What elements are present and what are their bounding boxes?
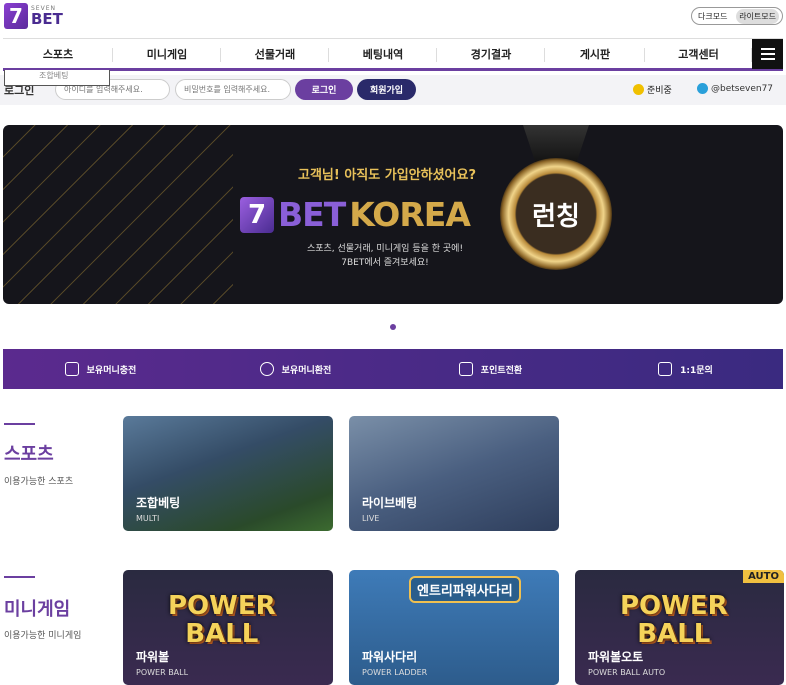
login-bar: 로그인 로그인 회원가입 준비중 @betseven77: [0, 75, 786, 105]
menu-icon[interactable]: [752, 39, 783, 69]
minigame-title: 미니게임: [4, 599, 71, 620]
logo-line2: BALL: [637, 619, 711, 649]
logo-line1: POWER: [620, 591, 728, 621]
sports-dropdown-item[interactable]: 조합베팅: [4, 70, 110, 86]
live-bet-card[interactable]: 라이브베팅 LIVE: [349, 416, 559, 531]
card-title: 라이브베팅: [362, 496, 418, 510]
login-button[interactable]: 로그인: [295, 79, 353, 100]
minigame-subtitle: 이용가능한 미니게임: [4, 631, 82, 641]
powerball-auto-logo: POWER BALL: [620, 592, 728, 648]
banner-desc-line1: 스포츠, 선물거래, 미니게임 등을 한 곳에!: [306, 244, 464, 254]
logo-big-text: BET: [31, 9, 63, 28]
nav-item-support[interactable]: 고객센터: [645, 39, 752, 68]
card-subtitle: MULTI: [136, 514, 160, 523]
minigame-divider: [4, 576, 35, 578]
card-title: 파워볼: [136, 650, 170, 664]
quick-actions: 보유머니충전 보유머니환전 포인트전환 1:1문의: [3, 349, 783, 389]
card-subtitle: POWER BALL AUTO: [588, 668, 666, 677]
deposit-button[interactable]: 보유머니충전: [3, 349, 198, 389]
theme-toggle[interactable]: 다크모드 라이트모드: [691, 7, 783, 25]
dark-mode-option[interactable]: 다크모드: [695, 9, 730, 24]
powerball-logo: POWER BALL: [168, 592, 276, 648]
banner-brand-bet: BET: [278, 195, 346, 234]
support-icon: [658, 362, 673, 376]
kakao-icon: [633, 84, 644, 95]
banner-brand-mark: 7: [240, 196, 274, 233]
top-bar: 7 SEVEN BET 다크모드 라이트모드: [0, 0, 786, 38]
nav-item-minigame[interactable]: 미니게임: [113, 39, 221, 68]
banner-question: 고객님! 아직도 가입안하셨어요?: [298, 168, 477, 183]
withdraw-button[interactable]: 보유머니환전: [198, 349, 393, 389]
nav-item-results[interactable]: 경기결과: [437, 39, 545, 68]
telegram-handle: @betseven77: [711, 83, 774, 94]
join-button[interactable]: 회원가입: [357, 79, 416, 100]
auto-badge: AUTO: [743, 570, 784, 583]
main-nav: 스포츠 미니게임 선물거래 베팅내역 경기결과 게시판 고객센터: [3, 38, 783, 71]
nav-item-board[interactable]: 게시판: [545, 39, 645, 68]
inquiry-button[interactable]: 1:1문의: [588, 349, 783, 389]
banner-brand-korea: KOREA: [349, 195, 471, 234]
banner-description: 스포츠, 선물거래, 미니게임 등을 한 곳에! 7BET에서 즐겨보세요!: [295, 242, 475, 270]
wallet-icon: [64, 362, 79, 376]
card-title: 파워사다리: [362, 650, 418, 664]
coins-icon: [458, 362, 473, 376]
carousel-dot[interactable]: [390, 324, 396, 330]
sports-divider: [4, 423, 35, 425]
site-logo[interactable]: 7 SEVEN BET: [4, 3, 63, 29]
telegram-icon: [697, 83, 708, 94]
nav-item-futures[interactable]: 선물거래: [221, 39, 329, 68]
exchange-icon: [259, 362, 274, 376]
withdraw-label: 보유머니환전: [281, 365, 332, 376]
logo-mark: 7: [4, 3, 28, 29]
sports-title: 스포츠: [4, 444, 54, 465]
medal-text: 런칭: [532, 201, 580, 232]
light-mode-option[interactable]: 라이트모드: [736, 8, 779, 24]
hero-banner[interactable]: 고객님! 아직도 가입안하셨어요? 7 BET KOREA 스포츠, 선물거래,…: [3, 125, 783, 304]
card-subtitle: LIVE: [362, 514, 380, 523]
banner-decoration: [3, 125, 233, 304]
power-ladder-card[interactable]: 엔트리파워사다리 파워사다리 POWER LADDER: [349, 570, 559, 685]
banner-desc-line2: 7BET에서 즐겨보세요!: [341, 258, 429, 268]
logo-line2: BALL: [185, 619, 259, 649]
status-text: 준비중: [647, 86, 672, 96]
inquiry-label: 1:1문의: [680, 365, 713, 376]
chat-status[interactable]: 준비중: [633, 83, 672, 96]
deposit-label: 보유머니충전: [86, 365, 137, 376]
card-subtitle: POWER BALL: [136, 668, 189, 677]
launch-medal: 런칭: [500, 158, 612, 270]
logo-line1: POWER: [168, 591, 276, 621]
point-convert-label: 포인트전환: [480, 365, 523, 376]
password-input[interactable]: [175, 79, 291, 100]
telegram-link[interactable]: @betseven77: [697, 83, 773, 94]
sports-subtitle: 이용가능한 스포츠: [4, 477, 74, 487]
powerball-card[interactable]: POWER BALL 파워볼 POWER BALL: [123, 570, 333, 685]
multi-bet-card[interactable]: 조합베팅 MULTI: [123, 416, 333, 531]
point-convert-button[interactable]: 포인트전환: [393, 349, 588, 389]
nav-item-bet-history[interactable]: 베팅내역: [329, 39, 437, 68]
power-ladder-logo: 엔트리파워사다리: [409, 576, 521, 603]
card-title: 파워볼오토: [588, 650, 644, 664]
card-subtitle: POWER LADDER: [362, 668, 428, 677]
banner-brand: 7 BET KOREA: [240, 195, 471, 234]
powerball-auto-card[interactable]: AUTO POWER BALL 파워볼오토 POWER BALL AUTO: [575, 570, 784, 685]
card-title: 조합베팅: [136, 496, 181, 510]
nav-item-sports[interactable]: 스포츠: [3, 39, 113, 68]
